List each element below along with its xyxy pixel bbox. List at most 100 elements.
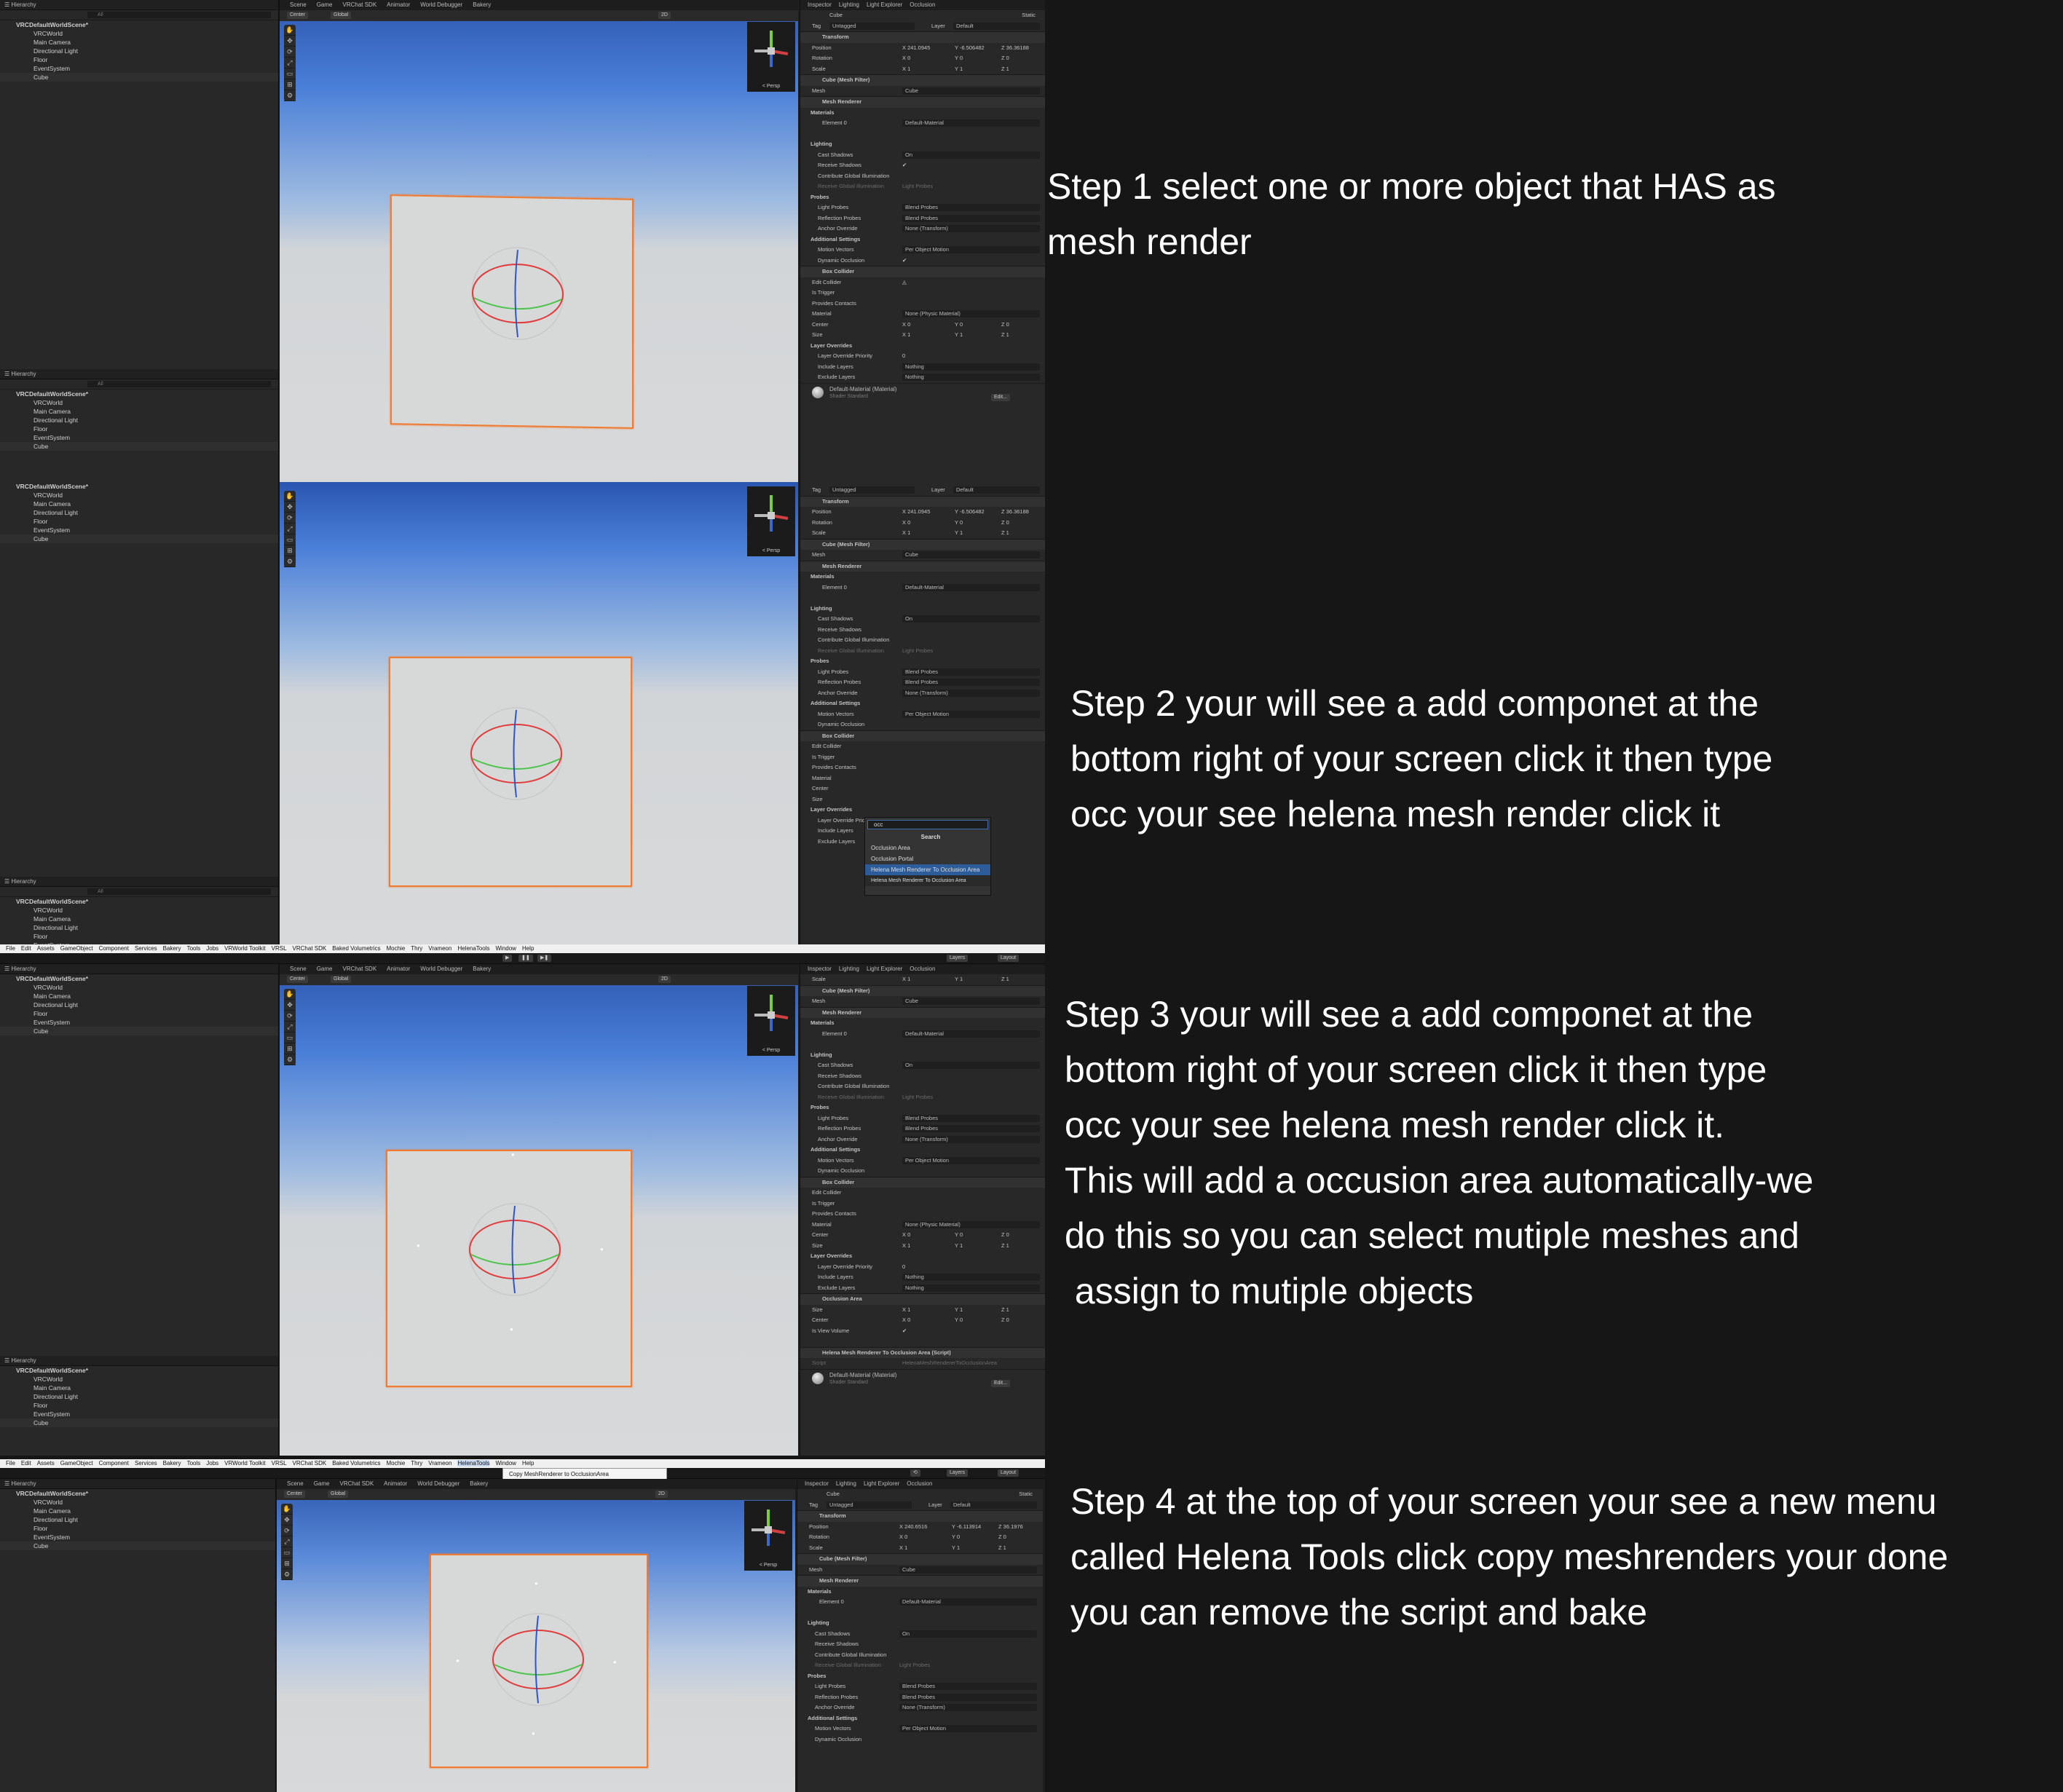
tag-dropdown[interactable]: Untagged (827, 1501, 912, 1509)
occlusion-center-y[interactable]: Y 0 (955, 1315, 963, 1326)
scale-y[interactable]: Y 1 (955, 974, 963, 985)
light-probes-dropdown[interactable]: Blend Probes (899, 1683, 1037, 1690)
menu-services[interactable]: Services (135, 1460, 157, 1467)
menu-bakery[interactable]: Bakery (163, 945, 181, 952)
hierarchy-item[interactable]: EventSystem (0, 526, 278, 534)
hierarchy-search[interactable]: All (0, 379, 278, 390)
menu-vrameon[interactable]: Vrameon (428, 1460, 451, 1467)
hierarchy-root[interactable]: VRCDefaultWorldScene* (0, 1489, 275, 1498)
occlusion-center-z[interactable]: Z 0 (1001, 1315, 1009, 1326)
tab-occlusion[interactable]: Occlusion (910, 966, 935, 972)
hierarchy-item[interactable]: Directional Light (0, 508, 278, 517)
tab-vrchat-sdk[interactable]: VRChat SDK (342, 1, 376, 8)
menu-assets[interactable]: Assets (37, 1460, 55, 1467)
play-icon[interactable]: ▶ (502, 955, 513, 962)
scale-z[interactable]: Z 1 (998, 1543, 1006, 1554)
hierarchy-item[interactable]: Floor (0, 1009, 278, 1018)
scene-view[interactable]: Scene Game VRChat SDK Animator World Debugge… (280, 0, 798, 482)
element0-field[interactable]: Default-Material (902, 119, 1040, 127)
tab-game[interactable]: Game (317, 1, 333, 8)
edit-shader-button[interactable]: Edit... (991, 393, 1010, 401)
hierarchy-tab[interactable]: ☰ Hierarchy (0, 877, 278, 887)
tab-bakery[interactable]: Bakery (473, 966, 491, 972)
hierarchy-tab[interactable]: ☰ Hierarchy (0, 1356, 278, 1366)
move-icon[interactable]: ✥ (284, 36, 296, 47)
edit-shader-button[interactable]: Edit... (991, 1379, 1010, 1387)
position-y[interactable]: Y -6.113914 (952, 1522, 981, 1533)
center-x[interactable]: X 0 (902, 320, 910, 331)
rect-icon[interactable]: ▭ (284, 534, 296, 545)
reflection-probes-dropdown[interactable]: Blend Probes (902, 1125, 1040, 1132)
rotation-y[interactable]: Y 0 (955, 518, 963, 529)
orientation-gizmo[interactable]: < Persp (747, 986, 795, 1056)
size-y[interactable]: Y 1 (955, 330, 963, 341)
rotate-icon[interactable]: ⟳ (284, 513, 296, 524)
hierarchy-item[interactable]: Main Camera (0, 915, 278, 923)
hierarchy-tab[interactable]: ☰ Hierarchy (0, 369, 278, 379)
occlusion-handle-icon[interactable]: ● (535, 1580, 538, 1587)
include-layers-dropdown[interactable]: Nothing (902, 1274, 1040, 1281)
menu-thry[interactable]: Thry (411, 1460, 422, 1467)
rotation-x[interactable]: X 0 (902, 518, 910, 529)
layers-dropdown[interactable]: Layers (947, 1469, 969, 1477)
hand-icon[interactable]: ✋ (284, 491, 296, 502)
include-layers-dropdown[interactable]: Nothing (902, 363, 1040, 371)
tab-light-explorer[interactable]: Light Explorer (864, 1480, 899, 1487)
materials-foldout[interactable]: Materials (797, 1587, 1043, 1598)
hierarchy-root[interactable]: VRCDefaultWorldScene* (0, 482, 278, 491)
rotation-gizmo-icon[interactable] (468, 1202, 562, 1297)
hierarchy-root[interactable]: VRCDefaultWorldScene* (0, 390, 278, 398)
hierarchy-item[interactable]: VRCWorld (0, 983, 278, 992)
probes-foldout[interactable]: Probes (797, 1671, 1043, 1682)
tag-dropdown[interactable]: Untagged (829, 22, 915, 30)
scale-icon[interactable]: ⤢ (284, 1022, 296, 1033)
cast-shadows-dropdown[interactable]: On (902, 615, 1040, 623)
occlusion-handle-icon[interactable]: ● (456, 1657, 459, 1664)
mesh-renderer-header[interactable]: Mesh Renderer (800, 560, 1045, 572)
motion-vectors-dropdown[interactable]: Per Object Motion (902, 710, 1040, 718)
dynamic-occlusion-checkbox[interactable]: ✔ (902, 256, 907, 267)
hierarchy-item[interactable]: Main Camera (0, 992, 278, 1000)
persp-label[interactable]: < Persp (747, 84, 795, 89)
selected-cube[interactable]: ● ● ● ● (430, 1554, 648, 1768)
hierarchy-tab[interactable]: ☰ Hierarchy (0, 0, 278, 10)
probes-foldout[interactable]: Probes (800, 192, 1045, 203)
hierarchy-item-selected[interactable]: Cube (0, 534, 278, 543)
hierarchy-item[interactable]: Main Camera (0, 500, 278, 508)
hierarchy-item[interactable]: VRCWorld (0, 906, 278, 915)
hierarchy-search-input[interactable]: All (87, 12, 271, 18)
hierarchy-item[interactable]: Main Camera (0, 1384, 278, 1392)
search-result-occlusion-portal[interactable]: Occlusion Portal (865, 853, 990, 864)
additional-settings-foldout[interactable]: Additional Settings (800, 1145, 1045, 1156)
lighting-foldout[interactable]: Lighting (800, 1050, 1045, 1061)
menu-file[interactable]: File (6, 1460, 15, 1467)
hierarchy-item[interactable]: Main Camera (0, 407, 278, 416)
lighting-foldout[interactable]: Lighting (800, 139, 1045, 150)
menu-vrsl[interactable]: VRSL (272, 945, 287, 952)
persp-label[interactable]: < Persp (744, 1563, 792, 1568)
materials-foldout[interactable]: Materials (800, 1018, 1045, 1029)
layer-overrides-foldout[interactable]: Layer Overrides (800, 341, 1045, 352)
occlusion-handle-icon[interactable]: ● (510, 1326, 513, 1333)
rotation-z[interactable]: Z 0 (998, 1532, 1006, 1543)
hierarchy-root[interactable]: VRCDefaultWorldScene* (0, 20, 278, 29)
menu-baked-volumetrics[interactable]: Baked Volumetrics (332, 945, 380, 952)
tab-vrchat-sdk[interactable]: VRChat SDK (342, 966, 376, 972)
occlusion-handle-icon[interactable]: ● (417, 1242, 420, 1249)
hierarchy-item[interactable]: VRCWorld (0, 1498, 275, 1507)
tab-bakery[interactable]: Bakery (473, 1, 491, 8)
static-toggle[interactable]: Static (1019, 1489, 1033, 1500)
materials-foldout[interactable]: Materials (800, 108, 1045, 119)
element0-field[interactable]: Default-Material (899, 1598, 1037, 1606)
persp-label[interactable]: < Persp (747, 548, 795, 553)
menu-gameobject[interactable]: GameObject (60, 1460, 93, 1467)
rotation-gizmo-icon[interactable] (469, 706, 564, 801)
rotation-gizmo-icon[interactable] (470, 245, 565, 342)
mesh-field[interactable]: Cube (902, 551, 1040, 558)
transform-header[interactable]: Transform (800, 495, 1045, 507)
menu-bakery[interactable]: Bakery (163, 1460, 181, 1467)
hand-icon[interactable]: ✋ (284, 25, 296, 36)
motion-vectors-dropdown[interactable]: Per Object Motion (899, 1725, 1037, 1732)
layer-dropdown[interactable]: Default (953, 22, 1040, 30)
tag-dropdown[interactable]: Untagged (829, 486, 915, 494)
